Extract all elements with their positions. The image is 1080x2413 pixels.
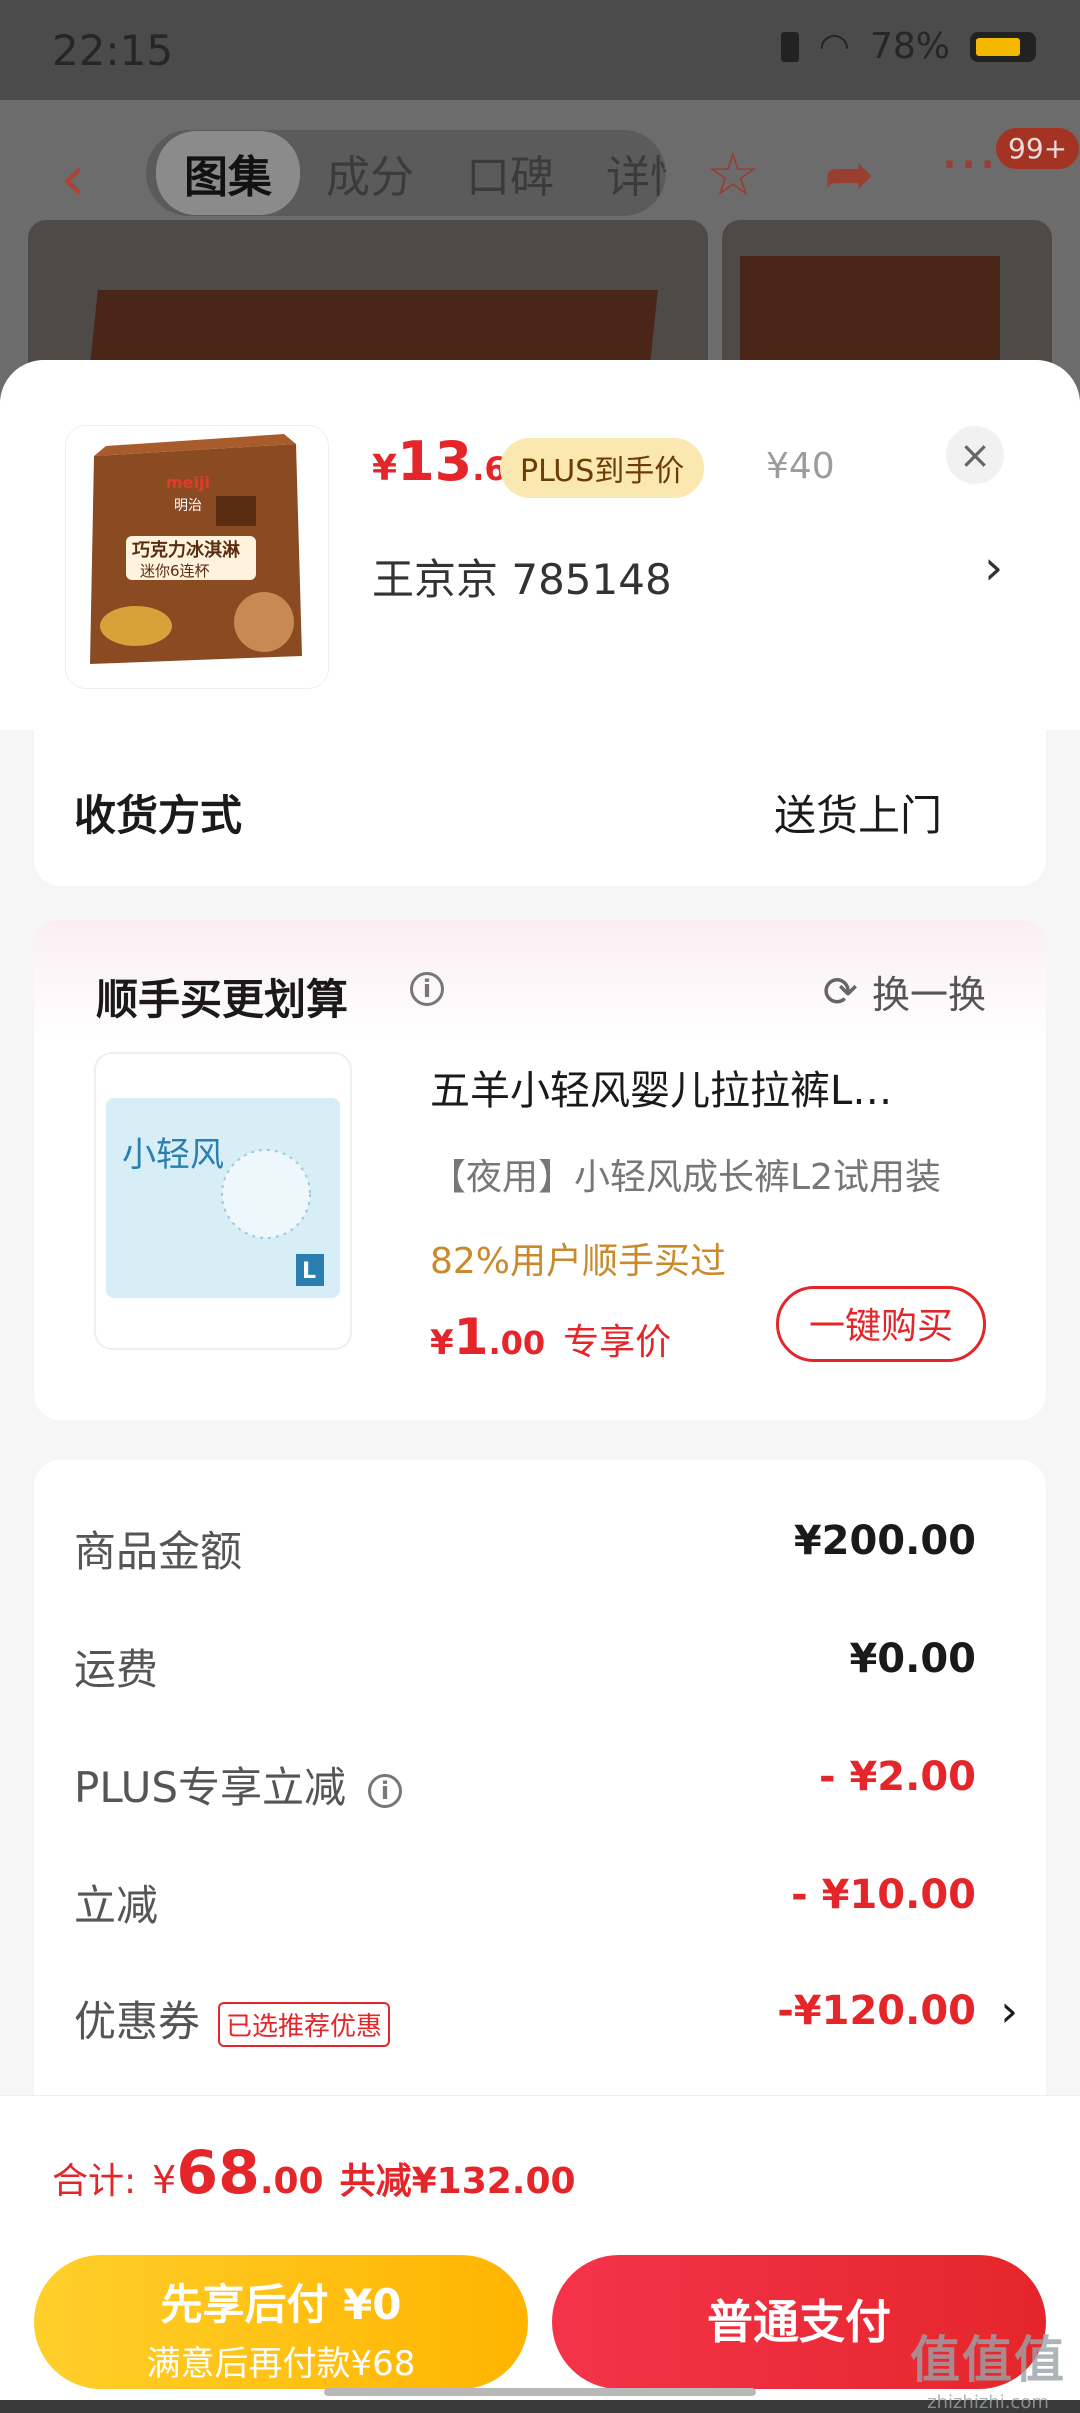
- plus-price-tag: PLUS到手价: [500, 438, 705, 498]
- upsell-item-stat: 82%用户顺手买过: [430, 1241, 727, 1282]
- close-button[interactable]: ×: [946, 426, 1004, 484]
- watermark: 值值值 zhizhizhi.com: [910, 2320, 1066, 2413]
- amount-row: 运费 ¥0.00: [74, 1636, 1004, 1696]
- upsell-price-symbol: ¥: [430, 1323, 454, 1363]
- amount-label: 商品金额: [74, 1527, 243, 1576]
- amount-row: 商品金额 ¥200.00: [74, 1518, 1004, 1578]
- tab-bar: 图集 成分 口碑 详情: [146, 130, 666, 216]
- total-bar: 合计: ¥ 68 .00 共减¥132.00: [0, 2095, 1080, 2246]
- refresh-icon: ⟳: [822, 967, 858, 1016]
- amount-value: -¥120.00: [777, 1988, 976, 2034]
- svg-text:明治: 明治: [174, 498, 202, 514]
- info-icon[interactable]: i: [410, 972, 444, 1006]
- product-thumbnail: meiji 明治 巧克力冰淇淋 迷你6连杯: [66, 426, 328, 688]
- amount-value: ¥200.00: [793, 1518, 976, 1564]
- ice-cream-box-image: meiji 明治 巧克力冰淇淋 迷你6连杯: [66, 426, 328, 688]
- refresh-label: 换一换: [871, 973, 986, 1017]
- amount-row: 立减 - ¥10.00: [74, 1872, 1004, 1932]
- product-price: ¥ 13 .6: [372, 430, 507, 493]
- pay-later-title: 先享后付 ¥0: [160, 2280, 402, 2329]
- upsell-item-price: ¥ 1 .00 专享价: [430, 1308, 671, 1366]
- upsell-card: 顺手买更划算 i ⟳ 换一换 小轻风 L 五羊小轻风婴儿拉拉裤L… 【夜用】小轻…: [34, 920, 1046, 1420]
- tab-ingredients[interactable]: 成分: [300, 141, 440, 205]
- total-symbol: ¥: [152, 2158, 177, 2202]
- share-icon[interactable]: ➦: [824, 140, 874, 210]
- pay-later-button[interactable]: 先享后付 ¥0 满意后再付款¥68: [34, 2255, 528, 2389]
- coupon-row[interactable]: 优惠券 已选推荐优惠 -¥120.00 ›: [74, 1986, 1018, 2049]
- plus-discount-label: PLUS专享立减: [74, 1763, 347, 1812]
- coupon-label: 优惠券: [74, 1997, 201, 2046]
- amount-row: PLUS专享立减 i - ¥2.00: [74, 1754, 1004, 1814]
- amount-label: 优惠券 已选推荐优惠: [74, 1988, 391, 2049]
- battery-icon: [970, 31, 1036, 62]
- amount-label: 立减: [74, 1881, 159, 1930]
- coupon-tag: 已选推荐优惠: [218, 2002, 391, 2047]
- upsell-price-tag: 专享价: [563, 1322, 672, 1363]
- notification-badge: 99+: [996, 128, 1080, 169]
- top-nav: ‹ 图集 成分 口碑 详情 ☆ ➦ ···: [0, 120, 1080, 230]
- refresh-button[interactable]: ⟳ 换一换: [823, 964, 986, 1019]
- chevron-right-icon[interactable]: ›: [984, 540, 1003, 596]
- star-icon[interactable]: ☆: [706, 140, 760, 210]
- svg-text:迷你6连杯: 迷你6连杯: [140, 562, 210, 580]
- home-indicator[interactable]: [324, 2388, 756, 2396]
- wifi-icon: ◠: [818, 26, 850, 67]
- total-integer: 68: [176, 2138, 260, 2208]
- one-click-buy-button[interactable]: 一键购买: [776, 1286, 986, 1362]
- amount-label: PLUS专享立减 i: [74, 1754, 403, 1815]
- watermark-logo: 值值值: [910, 2331, 1066, 2389]
- selected-spec[interactable]: 王京京 785148: [372, 546, 672, 607]
- pay-later-subtitle: 满意后再付款¥68: [146, 2344, 416, 2384]
- svg-text:meiji: meiji: [166, 473, 210, 492]
- tab-details[interactable]: 详情: [580, 141, 666, 205]
- amount-value: - ¥10.00: [791, 1872, 976, 1918]
- sim-icon: [780, 31, 799, 62]
- upsell-item-subtitle: 【夜用】小轻风成长裤L2试用装: [430, 1157, 941, 1198]
- info-icon[interactable]: i: [368, 1773, 403, 1808]
- amount-label: 运费: [74, 1645, 159, 1694]
- diaper-pack-image: 小轻风 L: [96, 1054, 350, 1348]
- more-icon[interactable]: ···: [940, 130, 997, 200]
- status-time: 22:15: [52, 26, 174, 75]
- watermark-url: zhizhizhi.com: [927, 2392, 1049, 2413]
- svg-text:小轻风: 小轻风: [122, 1135, 224, 1175]
- total-reduced: 共减¥132.00: [339, 2161, 576, 2202]
- chevron-right-icon[interactable]: ›: [1000, 1986, 1018, 2037]
- delivery-label: 收货方式: [74, 791, 243, 840]
- battery-percent: 78%: [869, 26, 950, 67]
- svg-text:巧克力冰淇淋: 巧克力冰淇淋: [132, 539, 240, 561]
- upsell-title: 顺手买更划算: [96, 975, 349, 1024]
- total-decimal: .00: [259, 2161, 324, 2202]
- status-bar: 22:15 ◠ 78%: [0, 0, 1080, 100]
- total-label: 合计:: [52, 2161, 137, 2202]
- upsell-item-name[interactable]: 五羊小轻风婴儿拉拉裤L…: [430, 1058, 1010, 1116]
- price-symbol: ¥: [372, 448, 398, 489]
- checkout-sheet: meiji 明治 巧克力冰淇淋 迷你6连杯 ¥ 13 .6 PLUS到手价 ¥4…: [0, 360, 1080, 2400]
- back-icon[interactable]: ‹: [60, 142, 86, 216]
- upsell-price-decimal: .00: [488, 1324, 546, 1362]
- tab-reviews[interactable]: 口碑: [440, 141, 580, 205]
- amount-value: - ¥2.00: [818, 1754, 976, 1800]
- upsell-item-image[interactable]: 小轻风 L: [94, 1052, 352, 1350]
- price-integer: 13: [397, 430, 473, 493]
- order-total: 合计: ¥ 68 .00 共减¥132.00: [52, 2138, 576, 2208]
- svg-text:L: L: [302, 1259, 316, 1284]
- original-price: ¥40: [766, 446, 835, 487]
- delivery-value: 送货上门: [773, 791, 942, 840]
- product-header: meiji 明治 巧克力冰淇淋 迷你6连杯 ¥ 13 .6 PLUS到手价 ¥4…: [0, 360, 1080, 730]
- delivery-method-row[interactable]: 收货方式 送货上门: [34, 730, 1046, 886]
- upsell-price-integer: 1: [453, 1308, 489, 1366]
- status-icons: ◠ 78%: [780, 26, 1036, 67]
- amount-value: ¥0.00: [849, 1636, 976, 1682]
- tab-gallery[interactable]: 图集: [156, 131, 300, 215]
